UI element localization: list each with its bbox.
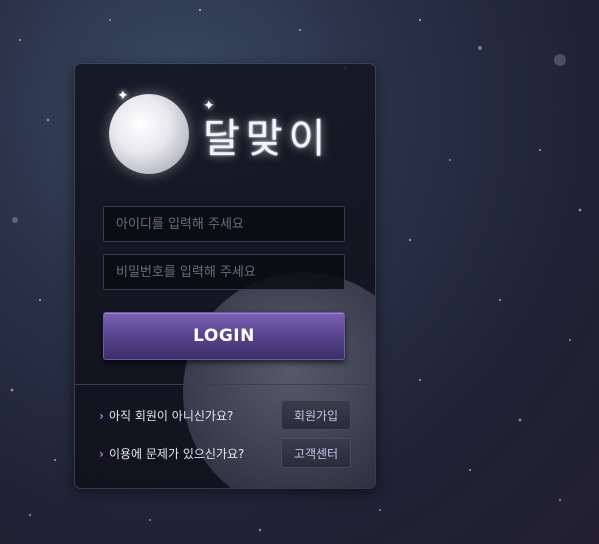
signup-prompt-text: 아직 회원이 아니신가요? bbox=[108, 409, 234, 423]
signup-button[interactable]: 회원가입 bbox=[281, 400, 351, 430]
moon-icon bbox=[109, 94, 189, 174]
help-prompt: › 이용에 문제가 있으신가요? bbox=[99, 445, 244, 462]
customer-center-button[interactable]: 고객센터 bbox=[281, 438, 351, 468]
logo: ✦ ✦ 달맞이 bbox=[107, 88, 347, 182]
signup-prompt: › 아직 회원이 아니신가요? bbox=[99, 407, 233, 424]
user-id-input[interactable] bbox=[103, 206, 345, 242]
chevron-right-icon: › bbox=[99, 409, 104, 423]
chevron-right-icon: › bbox=[99, 447, 104, 461]
logo-title: 달맞이 bbox=[203, 116, 332, 162]
help-row: › 이용에 문제가 있으신가요? 고객센터 bbox=[99, 438, 351, 468]
sparkle-icon: ✦ bbox=[117, 88, 129, 104]
password-input[interactable] bbox=[103, 254, 345, 290]
login-button[interactable]: LOGIN bbox=[103, 312, 345, 360]
help-prompt-text: 이용에 문제가 있으신가요? bbox=[108, 447, 245, 461]
signup-row: › 아직 회원이 아니신가요? 회원가입 bbox=[99, 400, 351, 430]
login-panel: ✦ ✦ 달맞이 LOGIN › 아직 회원이 아니신가요? 회원가입 › 이용에 문… bbox=[75, 64, 375, 488]
divider bbox=[75, 384, 375, 385]
